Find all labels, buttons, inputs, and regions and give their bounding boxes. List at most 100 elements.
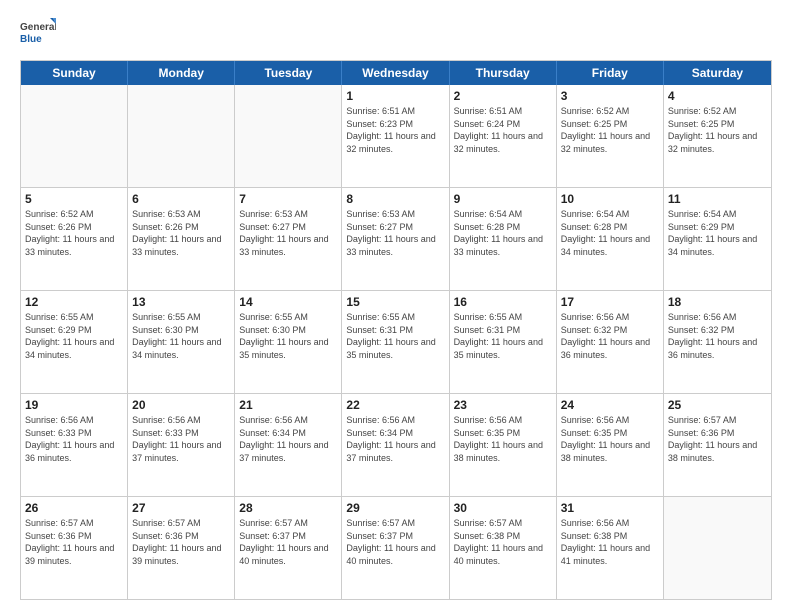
calendar-row-3: 12Sunrise: 6:55 AMSunset: 6:29 PMDayligh…	[21, 291, 771, 394]
day-number: 12	[25, 294, 123, 310]
day-info: Sunrise: 6:51 AMSunset: 6:23 PMDaylight:…	[346, 105, 444, 155]
calendar-cell: 12Sunrise: 6:55 AMSunset: 6:29 PMDayligh…	[21, 291, 128, 393]
svg-text:Blue: Blue	[20, 34, 42, 45]
calendar-body: 1Sunrise: 6:51 AMSunset: 6:23 PMDaylight…	[21, 85, 771, 599]
calendar-cell: 30Sunrise: 6:57 AMSunset: 6:38 PMDayligh…	[450, 497, 557, 599]
day-info: Sunrise: 6:51 AMSunset: 6:24 PMDaylight:…	[454, 105, 552, 155]
day-info: Sunrise: 6:55 AMSunset: 6:30 PMDaylight:…	[132, 311, 230, 361]
svg-text:General: General	[20, 22, 56, 33]
day-number: 29	[346, 500, 444, 516]
day-number: 4	[668, 88, 767, 104]
day-info: Sunrise: 6:52 AMSunset: 6:25 PMDaylight:…	[668, 105, 767, 155]
calendar-cell: 31Sunrise: 6:56 AMSunset: 6:38 PMDayligh…	[557, 497, 664, 599]
calendar-cell: 3Sunrise: 6:52 AMSunset: 6:25 PMDaylight…	[557, 85, 664, 187]
calendar-cell: 26Sunrise: 6:57 AMSunset: 6:36 PMDayligh…	[21, 497, 128, 599]
calendar-cell: 8Sunrise: 6:53 AMSunset: 6:27 PMDaylight…	[342, 188, 449, 290]
day-number: 5	[25, 191, 123, 207]
calendar-row-1: 1Sunrise: 6:51 AMSunset: 6:23 PMDaylight…	[21, 85, 771, 188]
calendar-cell: 27Sunrise: 6:57 AMSunset: 6:36 PMDayligh…	[128, 497, 235, 599]
day-info: Sunrise: 6:54 AMSunset: 6:28 PMDaylight:…	[454, 208, 552, 258]
calendar-cell: 16Sunrise: 6:55 AMSunset: 6:31 PMDayligh…	[450, 291, 557, 393]
day-number: 25	[668, 397, 767, 413]
calendar-cell: 17Sunrise: 6:56 AMSunset: 6:32 PMDayligh…	[557, 291, 664, 393]
day-number: 10	[561, 191, 659, 207]
day-number: 21	[239, 397, 337, 413]
calendar-cell: 4Sunrise: 6:52 AMSunset: 6:25 PMDaylight…	[664, 85, 771, 187]
calendar-cell: 5Sunrise: 6:52 AMSunset: 6:26 PMDaylight…	[21, 188, 128, 290]
day-number: 19	[25, 397, 123, 413]
day-info: Sunrise: 6:56 AMSunset: 6:38 PMDaylight:…	[561, 517, 659, 567]
calendar-cell: 10Sunrise: 6:54 AMSunset: 6:28 PMDayligh…	[557, 188, 664, 290]
day-number: 13	[132, 294, 230, 310]
day-number: 17	[561, 294, 659, 310]
day-number: 6	[132, 191, 230, 207]
day-info: Sunrise: 6:57 AMSunset: 6:36 PMDaylight:…	[25, 517, 123, 567]
day-info: Sunrise: 6:56 AMSunset: 6:35 PMDaylight:…	[561, 414, 659, 464]
calendar-cell: 7Sunrise: 6:53 AMSunset: 6:27 PMDaylight…	[235, 188, 342, 290]
header-day-thursday: Thursday	[450, 61, 557, 85]
calendar: SundayMondayTuesdayWednesdayThursdayFrid…	[20, 60, 772, 600]
logo-svg: General Blue	[20, 16, 56, 52]
calendar-cell: 25Sunrise: 6:57 AMSunset: 6:36 PMDayligh…	[664, 394, 771, 496]
calendar-cell	[235, 85, 342, 187]
day-info: Sunrise: 6:55 AMSunset: 6:29 PMDaylight:…	[25, 311, 123, 361]
day-number: 20	[132, 397, 230, 413]
day-number: 3	[561, 88, 659, 104]
header-day-friday: Friday	[557, 61, 664, 85]
header-day-sunday: Sunday	[21, 61, 128, 85]
day-number: 28	[239, 500, 337, 516]
calendar-row-2: 5Sunrise: 6:52 AMSunset: 6:26 PMDaylight…	[21, 188, 771, 291]
logo: General Blue	[20, 16, 56, 52]
day-number: 9	[454, 191, 552, 207]
day-number: 31	[561, 500, 659, 516]
calendar-cell: 14Sunrise: 6:55 AMSunset: 6:30 PMDayligh…	[235, 291, 342, 393]
day-number: 7	[239, 191, 337, 207]
calendar-cell	[128, 85, 235, 187]
day-number: 22	[346, 397, 444, 413]
calendar-cell: 20Sunrise: 6:56 AMSunset: 6:33 PMDayligh…	[128, 394, 235, 496]
day-info: Sunrise: 6:53 AMSunset: 6:27 PMDaylight:…	[346, 208, 444, 258]
calendar-cell: 11Sunrise: 6:54 AMSunset: 6:29 PMDayligh…	[664, 188, 771, 290]
day-info: Sunrise: 6:56 AMSunset: 6:33 PMDaylight:…	[25, 414, 123, 464]
calendar-cell	[21, 85, 128, 187]
day-info: Sunrise: 6:55 AMSunset: 6:31 PMDaylight:…	[346, 311, 444, 361]
day-number: 15	[346, 294, 444, 310]
day-info: Sunrise: 6:53 AMSunset: 6:27 PMDaylight:…	[239, 208, 337, 258]
calendar-cell: 28Sunrise: 6:57 AMSunset: 6:37 PMDayligh…	[235, 497, 342, 599]
day-number: 8	[346, 191, 444, 207]
calendar-cell: 18Sunrise: 6:56 AMSunset: 6:32 PMDayligh…	[664, 291, 771, 393]
day-number: 24	[561, 397, 659, 413]
calendar-cell: 29Sunrise: 6:57 AMSunset: 6:37 PMDayligh…	[342, 497, 449, 599]
day-number: 27	[132, 500, 230, 516]
calendar-cell: 6Sunrise: 6:53 AMSunset: 6:26 PMDaylight…	[128, 188, 235, 290]
calendar-cell: 1Sunrise: 6:51 AMSunset: 6:23 PMDaylight…	[342, 85, 449, 187]
calendar-cell	[664, 497, 771, 599]
calendar-cell: 19Sunrise: 6:56 AMSunset: 6:33 PMDayligh…	[21, 394, 128, 496]
day-info: Sunrise: 6:56 AMSunset: 6:33 PMDaylight:…	[132, 414, 230, 464]
day-number: 2	[454, 88, 552, 104]
page: General Blue SundayMondayTuesdayWednesda…	[0, 0, 792, 612]
calendar-cell: 2Sunrise: 6:51 AMSunset: 6:24 PMDaylight…	[450, 85, 557, 187]
day-number: 11	[668, 191, 767, 207]
header: General Blue	[20, 16, 772, 52]
calendar-cell: 24Sunrise: 6:56 AMSunset: 6:35 PMDayligh…	[557, 394, 664, 496]
day-info: Sunrise: 6:54 AMSunset: 6:28 PMDaylight:…	[561, 208, 659, 258]
calendar-row-4: 19Sunrise: 6:56 AMSunset: 6:33 PMDayligh…	[21, 394, 771, 497]
header-day-tuesday: Tuesday	[235, 61, 342, 85]
day-info: Sunrise: 6:52 AMSunset: 6:25 PMDaylight:…	[561, 105, 659, 155]
day-info: Sunrise: 6:52 AMSunset: 6:26 PMDaylight:…	[25, 208, 123, 258]
day-info: Sunrise: 6:57 AMSunset: 6:37 PMDaylight:…	[239, 517, 337, 567]
day-info: Sunrise: 6:56 AMSunset: 6:32 PMDaylight:…	[668, 311, 767, 361]
calendar-cell: 13Sunrise: 6:55 AMSunset: 6:30 PMDayligh…	[128, 291, 235, 393]
day-number: 18	[668, 294, 767, 310]
day-info: Sunrise: 6:57 AMSunset: 6:36 PMDaylight:…	[132, 517, 230, 567]
day-number: 16	[454, 294, 552, 310]
calendar-cell: 23Sunrise: 6:56 AMSunset: 6:35 PMDayligh…	[450, 394, 557, 496]
calendar-cell: 15Sunrise: 6:55 AMSunset: 6:31 PMDayligh…	[342, 291, 449, 393]
day-info: Sunrise: 6:53 AMSunset: 6:26 PMDaylight:…	[132, 208, 230, 258]
day-number: 26	[25, 500, 123, 516]
day-info: Sunrise: 6:55 AMSunset: 6:31 PMDaylight:…	[454, 311, 552, 361]
header-day-saturday: Saturday	[664, 61, 771, 85]
day-info: Sunrise: 6:57 AMSunset: 6:37 PMDaylight:…	[346, 517, 444, 567]
day-info: Sunrise: 6:57 AMSunset: 6:36 PMDaylight:…	[668, 414, 767, 464]
